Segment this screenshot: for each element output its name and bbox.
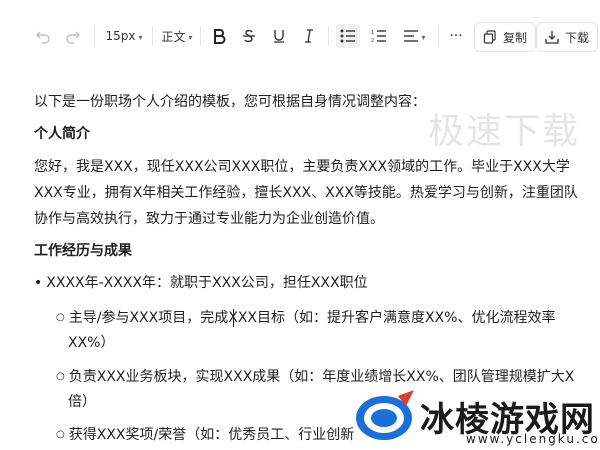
paragraph-style-value: 正文 bbox=[161, 29, 186, 44]
toolbar-divider bbox=[94, 26, 95, 46]
brand-url: www.yclengku.com bbox=[466, 432, 600, 446]
list-item-text: XXXX年-XXXX年：就职于XXX公司，担任XXX职位 bbox=[46, 275, 368, 291]
toolbar: 15px ▾ 正文 ▾ 12 ▾ ··· 复制 下载 bbox=[0, 16, 600, 56]
brand-logo-icon bbox=[356, 390, 414, 440]
chevron-down-icon: ▾ bbox=[138, 32, 143, 42]
copy-label: 复制 bbox=[503, 30, 528, 45]
sublist-item-text: 负责XXX业务板块，实现XXX成果（如：年度业绩增长XX%、团队管理规模扩大X bbox=[68, 369, 575, 385]
toolbar-divider bbox=[152, 26, 153, 46]
undo-icon[interactable] bbox=[32, 16, 54, 56]
watermark-text: 极速下载 bbox=[427, 111, 580, 152]
list-item: • XXXX年-XXXX年：就职于XXX公司，担任XXX职位 bbox=[34, 272, 368, 294]
toolbar-divider bbox=[200, 26, 201, 46]
sublist-item-text: 获得XXX奖项/荣誉（如：优秀员工、行业创新 bbox=[68, 427, 355, 443]
download-icon bbox=[545, 31, 559, 44]
editor-window: 15px ▾ 正文 ▾ 12 ▾ ··· 复制 下载 极速下载 以下是一份职场个… bbox=[0, 0, 600, 450]
download-label: 下载 bbox=[565, 30, 590, 45]
font-size-value: 15px bbox=[105, 29, 136, 43]
chevron-down-icon: ▾ bbox=[188, 32, 193, 42]
sublist-item: ○ 负责XXX业务板块，实现XXX成果（如：年度业绩增长XX%、团队管理规模扩大X bbox=[56, 366, 574, 388]
more-icon[interactable]: ··· bbox=[446, 16, 466, 56]
download-button[interactable]: 下载 bbox=[536, 22, 599, 52]
heading-experience: 工作经历与成果 bbox=[34, 243, 132, 259]
strikethrough-icon[interactable] bbox=[238, 16, 260, 56]
bullet-icon: • bbox=[34, 275, 43, 291]
svg-text:2: 2 bbox=[371, 38, 374, 43]
redo-icon[interactable] bbox=[62, 16, 84, 56]
doc-intro: 以下是一份职场个人介绍的模板，您可根据自身情况调整内容： bbox=[34, 94, 426, 110]
font-size-select[interactable]: 15px ▾ bbox=[104, 16, 144, 56]
sublist-item-text: 主导/参与XXX项目，完成XXX目标（如：提升客户满意度XX%、优化流程效率 bbox=[68, 310, 556, 326]
sublist-item: ○ 主导/参与XXX项目，完成XXX目标（如：提升客户满意度XX%、优化流程效率 bbox=[56, 307, 555, 329]
bold-icon[interactable] bbox=[208, 16, 230, 56]
align-left-icon bbox=[404, 30, 419, 42]
copy-button[interactable]: 复制 bbox=[474, 22, 537, 52]
sublist-item: ○ 获得XXX奖项/荣誉（如：优秀员工、行业创新 bbox=[56, 424, 354, 446]
circle-bullet-icon: ○ bbox=[56, 429, 65, 440]
copy-icon bbox=[483, 30, 496, 44]
paragraph-style-select[interactable]: 正文 ▾ bbox=[160, 16, 194, 56]
numbered-list-icon[interactable]: 12 bbox=[368, 16, 390, 56]
circle-bullet-icon: ○ bbox=[56, 312, 65, 323]
bullet-list-icon[interactable] bbox=[336, 24, 360, 48]
chevron-down-icon: ▾ bbox=[421, 32, 426, 42]
heading-profile: 个人简介 bbox=[34, 126, 90, 142]
paragraph-line: 您好，我是XXX，现任XXX公司XXX职位，主要负责XXX领域的工作。毕业于XX… bbox=[34, 159, 570, 175]
toolbar-divider bbox=[328, 26, 329, 46]
text-cursor bbox=[233, 309, 234, 327]
align-select[interactable]: ▾ bbox=[400, 16, 430, 56]
paragraph-line: 协作与高效执行，致力于通过专业能力为企业创造价值。 bbox=[34, 211, 384, 227]
underline-icon[interactable] bbox=[268, 16, 290, 56]
toolbar-divider bbox=[438, 26, 439, 46]
italic-icon[interactable] bbox=[298, 16, 320, 56]
paragraph-line: XXX专业，拥有X年相关工作经验，擅长XXX、XXX等技能。热爱学习与创新，注重… bbox=[34, 185, 578, 201]
circle-bullet-icon: ○ bbox=[56, 371, 65, 382]
sublist-item-continued: 倍） bbox=[68, 394, 96, 410]
sublist-item-continued: XX%） bbox=[68, 335, 115, 351]
svg-text:1: 1 bbox=[371, 30, 374, 36]
